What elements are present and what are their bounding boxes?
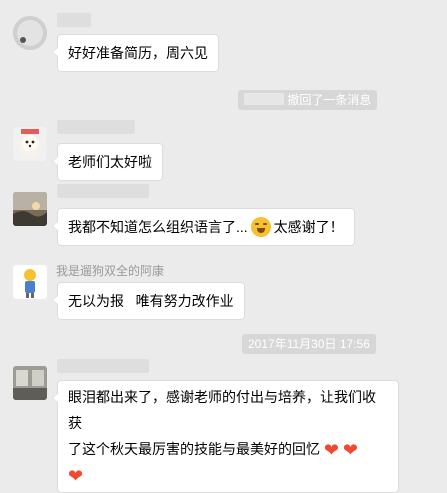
crying-face-icon (250, 217, 271, 237)
message-bubble[interactable]: 眼泪都出来了，感谢老师的付出与培养，让我们收获 了这个秋天最厉害的技能与最美好的… (52, 380, 399, 493)
message-bubble[interactable]: 老师们太好啦 (52, 143, 163, 181)
message-line: 眼泪都出来了，感谢老师的付出与培养，让我们收获 (68, 389, 376, 431)
avatar[interactable] (13, 127, 47, 161)
sender-name: 我是遛狗双全的阿康 (56, 264, 165, 278)
message-bubble[interactable]: 我都不知道怎么组织语言了... 太感谢了！ (52, 208, 355, 246)
heart-icon: ❤ (323, 440, 339, 460)
avatar-image (13, 16, 47, 50)
system-recall-notice: 撤回了一条消息 (238, 90, 378, 110)
avatar[interactable] (13, 192, 47, 226)
cartoon-avatar-image (13, 265, 47, 299)
message-text-part: 太感谢了！ (273, 219, 344, 235)
recalled-user-blurred (244, 93, 284, 105)
recall-text: 撤回了一条消息 (287, 93, 372, 107)
sender-name-blurred (57, 184, 149, 198)
sunset-avatar-image (13, 192, 47, 226)
window-avatar-image (13, 366, 47, 400)
avatar[interactable] (13, 16, 47, 50)
heart-icon: ❤ (342, 440, 358, 460)
heart-icon: ❤ (68, 466, 84, 486)
sender-name-blurred (57, 13, 91, 27)
message-line: 了这个秋天最厉害的技能与最美好的回忆 ❤ ❤ (68, 440, 358, 460)
message-line: ❤ (68, 462, 388, 488)
sender-name-blurred (57, 120, 135, 134)
message-bubble[interactable]: 好好准备简历，周六见 (52, 34, 219, 72)
dog-avatar-image (13, 127, 47, 161)
message-text-part: 我都不知道怎么组织语言了... (68, 219, 248, 235)
timestamp-pill: 2017年11月30日 17:56 (242, 334, 376, 354)
avatar[interactable] (13, 265, 47, 299)
avatar[interactable] (13, 366, 47, 400)
sender-name-blurred (57, 359, 149, 373)
message-bubble[interactable]: 无以为报 唯有努力改作业 (52, 282, 245, 320)
